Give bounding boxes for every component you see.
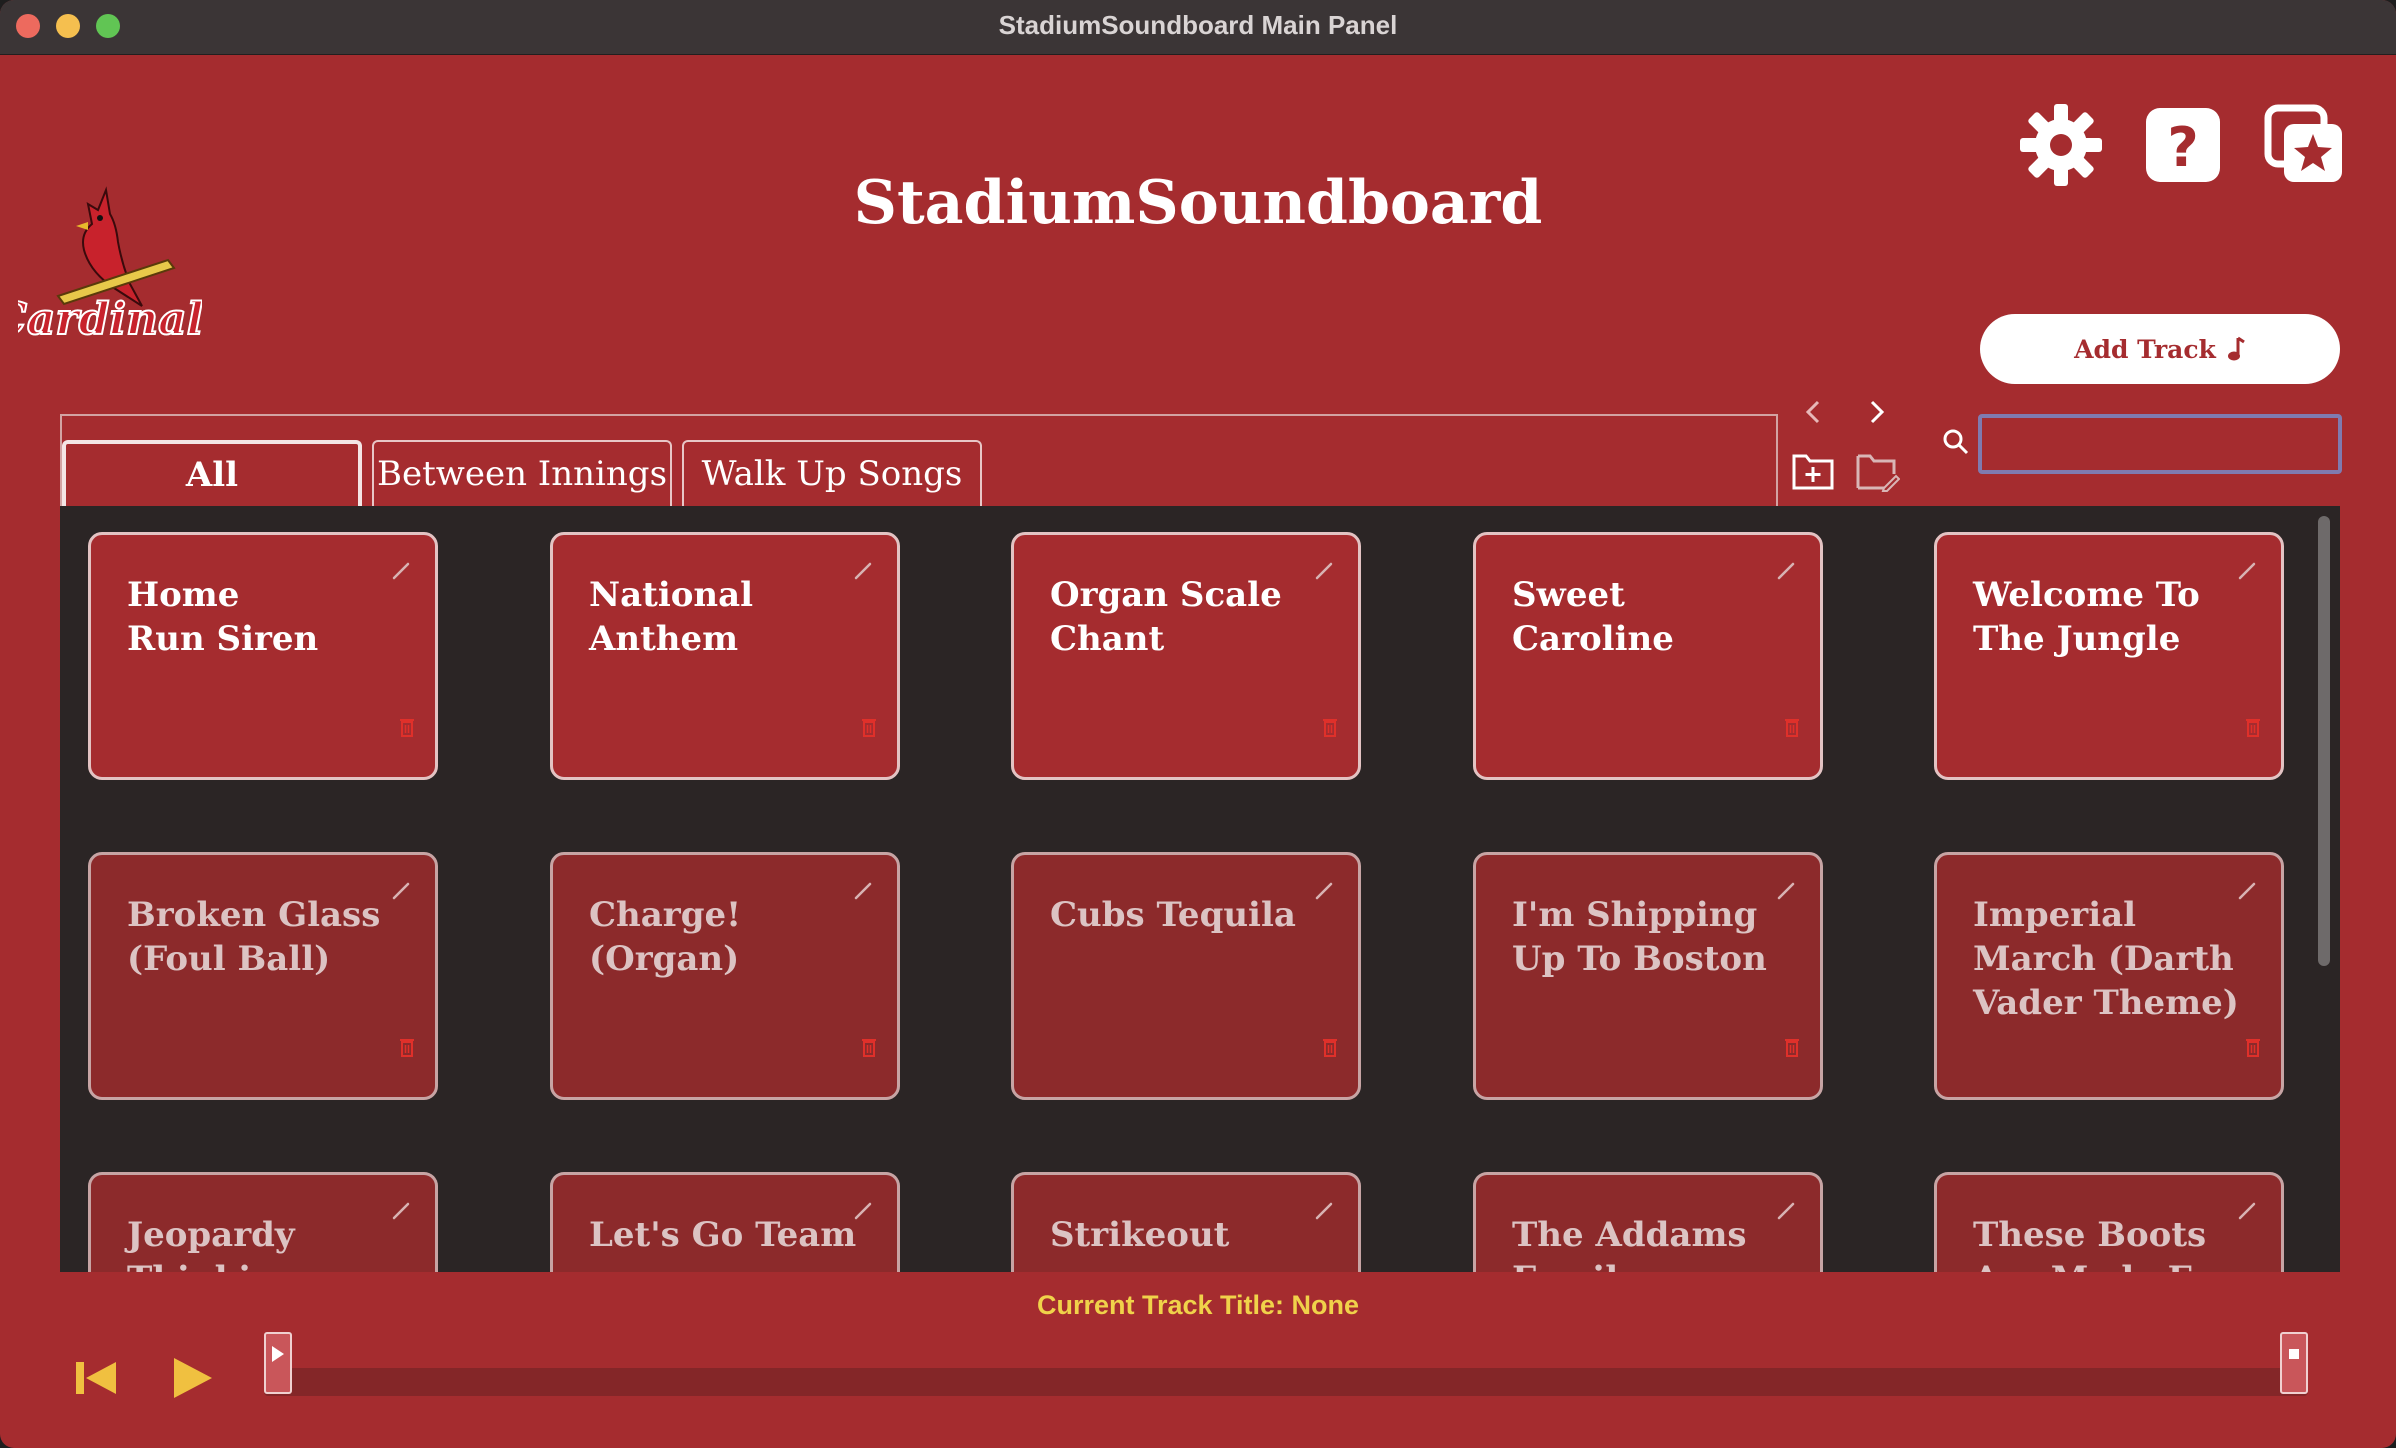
edit-icon[interactable]: [1314, 1201, 1334, 1221]
trash-icon[interactable]: [861, 1037, 877, 1057]
trash-icon[interactable]: [1784, 717, 1800, 737]
title-bar: StadiumSoundboard Main Panel: [0, 0, 2396, 55]
add-track-label: Add Track: [2074, 334, 2216, 364]
search-input[interactable]: [1978, 414, 2342, 474]
play-icon[interactable]: [164, 1350, 220, 1406]
track-card[interactable]: Cubs Tequila: [1011, 852, 1361, 1100]
music-note-icon: [2227, 336, 2245, 361]
chevron-right-icon[interactable]: [1862, 394, 1892, 430]
track-card[interactable]: Strikeout: [1011, 1172, 1361, 1272]
trash-icon[interactable]: [861, 717, 877, 737]
track-card[interactable]: Broken Glass (Foul Ball): [88, 852, 438, 1100]
trash-icon[interactable]: [2245, 1037, 2261, 1057]
track-card[interactable]: The Addams Family: [1473, 1172, 1823, 1272]
track-card[interactable]: Home Run Siren: [88, 532, 438, 780]
track-title: Organ Scale Chant: [1050, 575, 1282, 659]
tab-all[interactable]: All: [62, 440, 362, 506]
track-card[interactable]: Welcome To The Jungle: [1934, 532, 2284, 780]
track-card[interactable]: Charge! (Organ): [550, 852, 900, 1100]
edit-icon[interactable]: [1776, 561, 1796, 581]
edit-icon[interactable]: [391, 881, 411, 901]
track-card[interactable]: Organ Scale Chant: [1011, 532, 1361, 780]
playback-end-handle[interactable]: [2280, 1332, 2308, 1394]
progress-track[interactable]: [264, 1368, 2308, 1396]
playback-start-handle[interactable]: [264, 1332, 292, 1394]
edit-icon[interactable]: [853, 1201, 873, 1221]
trash-icon[interactable]: [1322, 1037, 1338, 1057]
track-card[interactable]: Let's Go Team: [550, 1172, 900, 1272]
svg-text:?: ?: [2167, 116, 2198, 179]
tab-between-innings[interactable]: Between Innings: [372, 440, 672, 506]
track-title: These Boots Are Made For: [1973, 1215, 2231, 1272]
gear-icon[interactable]: [2018, 102, 2104, 188]
track-title: Jeopardy Thinking: [127, 1215, 300, 1272]
track-title: Charge! (Organ): [589, 895, 742, 979]
trash-icon[interactable]: [399, 717, 415, 737]
edit-icon[interactable]: [391, 1201, 411, 1221]
add-folder-icon[interactable]: [1790, 450, 1836, 492]
track-title: I'm Shipping Up To Boston: [1512, 895, 1767, 979]
track-title: Strikeout: [1050, 1215, 1230, 1255]
track-title: The Addams Family: [1512, 1215, 1747, 1272]
edit-icon[interactable]: [853, 881, 873, 901]
grid-scrollbar-thumb[interactable]: [2318, 516, 2330, 966]
track-title: Broken Glass (Foul Ball): [127, 895, 381, 979]
edit-icon[interactable]: [2237, 1201, 2257, 1221]
current-track-title: Current Track Title: None: [1036, 1290, 1360, 1320]
track-title: Cubs Tequila: [1050, 895, 1296, 935]
window-title: StadiumSoundboard Main Panel: [998, 10, 1398, 40]
search-icon: [1943, 429, 1969, 455]
trash-icon[interactable]: [399, 1037, 415, 1057]
svg-text:Cardinals: Cardinals: [18, 294, 202, 345]
track-card[interactable]: I'm Shipping Up To Boston: [1473, 852, 1823, 1100]
app-window: StadiumSoundboard Main Panel Cardinals S…: [0, 0, 2396, 1448]
edit-folder-icon[interactable]: [1854, 450, 1900, 492]
add-track-button[interactable]: Add Track: [1980, 314, 2340, 384]
track-title: Imperial March (Darth Vader Theme): [1973, 895, 2239, 1023]
track-card[interactable]: These Boots Are Made For: [1934, 1172, 2284, 1272]
chevron-left-icon[interactable]: [1798, 394, 1828, 430]
track-card[interactable]: National Anthem: [550, 532, 900, 780]
stop-marker-icon: [2289, 1349, 2299, 1359]
edit-icon[interactable]: [1314, 561, 1334, 581]
track-card[interactable]: Sweet Caroline: [1473, 532, 1823, 780]
track-title: Let's Go Team: [589, 1215, 857, 1255]
edit-icon[interactable]: [853, 561, 873, 581]
edit-icon[interactable]: [1776, 881, 1796, 901]
edit-icon[interactable]: [1314, 881, 1334, 901]
trash-icon[interactable]: [1784, 1037, 1800, 1057]
track-title: National Anthem: [589, 575, 754, 659]
track-title: Welcome To The Jungle: [1973, 575, 2200, 659]
edit-icon[interactable]: [391, 561, 411, 581]
track-title: Home Run Siren: [127, 575, 319, 659]
trash-icon[interactable]: [1322, 717, 1338, 737]
trash-icon[interactable]: [2245, 717, 2261, 737]
edit-icon[interactable]: [2237, 881, 2257, 901]
edit-icon[interactable]: [2237, 561, 2257, 581]
tab-walk-up-songs[interactable]: Walk Up Songs: [682, 440, 982, 506]
track-card[interactable]: Jeopardy Thinking: [88, 1172, 438, 1272]
previous-track-icon[interactable]: [68, 1350, 124, 1406]
edit-icon[interactable]: [1776, 1201, 1796, 1221]
play-marker-icon: [272, 1346, 284, 1362]
favorites-icon[interactable]: [2262, 102, 2348, 188]
track-title: Sweet Caroline: [1512, 575, 1674, 659]
track-card[interactable]: Imperial March (Darth Vader Theme): [1934, 852, 2284, 1100]
help-icon[interactable]: ?: [2140, 102, 2226, 188]
